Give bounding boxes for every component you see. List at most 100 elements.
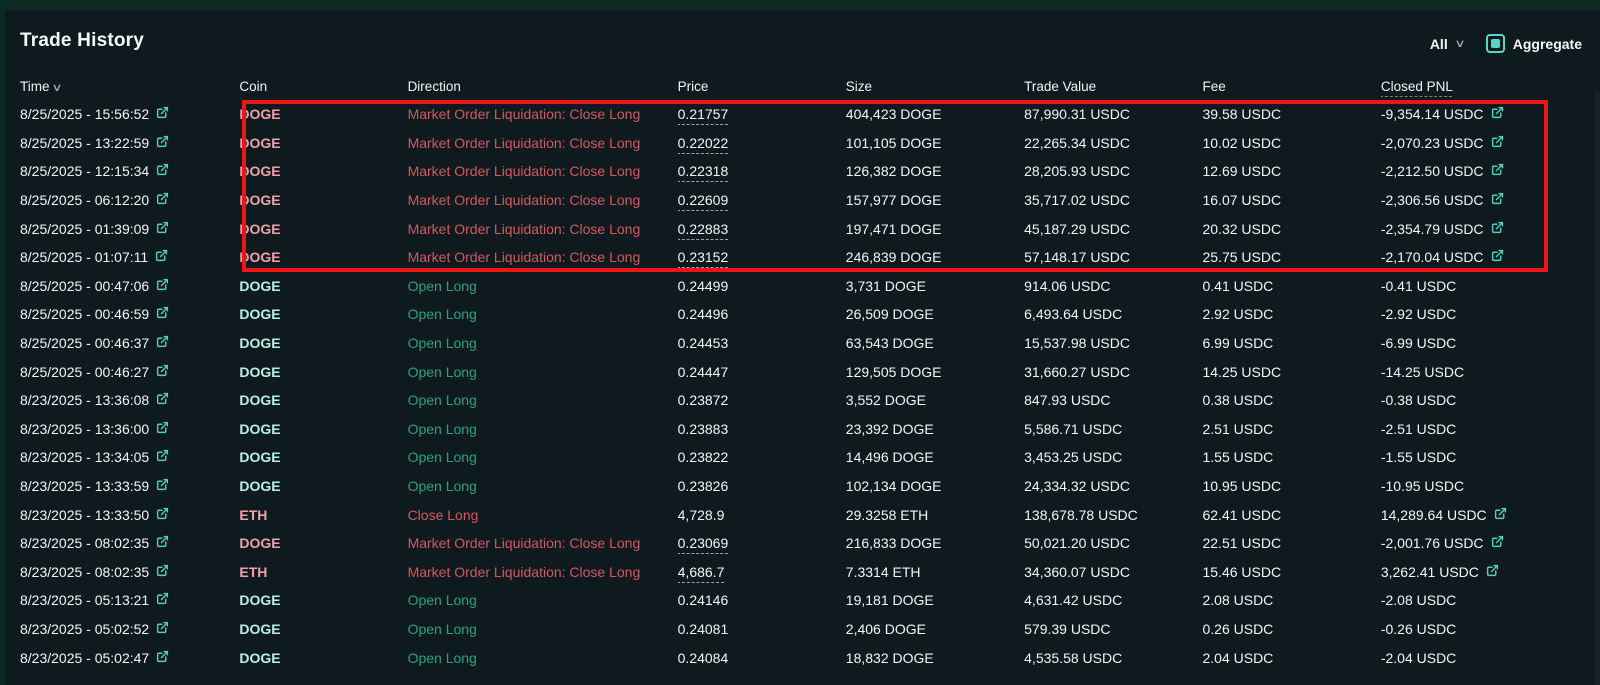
external-link-icon[interactable] [156,135,169,151]
fee-value: 10.95 USDC [1202,478,1281,494]
external-link-icon[interactable] [156,278,169,294]
coin-link[interactable]: DOGE [239,106,280,122]
pnl-value: -0.26 USDC [1381,621,1456,637]
trade-value: 22,265.34 USDC [1024,135,1130,151]
pnl-external-link-icon[interactable] [1491,163,1504,179]
pnl-value: -1.55 USDC [1381,449,1456,465]
external-link-icon[interactable] [156,306,169,322]
table-row: 8/25/2025 - 01:07:11 DOGE Market Order L… [5,243,1600,272]
coin-link[interactable]: DOGE [239,392,280,408]
price-value: 0.24499 [678,278,729,294]
external-link-icon[interactable] [156,335,169,351]
pnl-value: -2,070.23 USDC [1381,135,1484,151]
coin-link[interactable]: DOGE [239,163,280,179]
pnl-external-link-icon[interactable] [1486,564,1499,580]
fee-value: 22.51 USDC [1202,535,1281,551]
coin-link[interactable]: DOGE [239,421,280,437]
table-row: 8/23/2025 - 13:33:59 DOGE Open Long 0.23… [5,472,1600,501]
header-row: Time ∨ Coin Direction Price Size Trade V… [5,72,1600,100]
price-value: 0.23822 [678,449,729,465]
pnl-external-link-icon[interactable] [1491,192,1504,208]
pnl-external-link-icon[interactable] [1491,221,1504,237]
direction-value: Market Order Liquidation: Close Long [408,192,641,208]
pnl-value: -2.04 USDC [1381,650,1456,666]
price-value: 0.24496 [678,306,729,322]
external-link-icon[interactable] [156,650,169,666]
coin-link[interactable]: DOGE [239,650,280,666]
external-link-icon[interactable] [155,249,168,265]
external-link-icon[interactable] [156,392,169,408]
scrollbar-track[interactable] [1595,90,1600,685]
coin-link[interactable]: DOGE [239,306,280,322]
direction-value: Open Long [408,364,477,380]
coin-link[interactable]: DOGE [239,449,280,465]
coin-link[interactable]: DOGE [239,249,280,265]
column-header-time[interactable]: Time ∨ [5,72,239,100]
external-link-icon[interactable] [156,535,169,551]
size-value: 404,423 DOGE [846,106,942,122]
external-link-icon[interactable] [156,221,169,237]
page-title: Trade History [20,30,144,52]
pnl-value: -2,001.76 USDC [1381,535,1484,551]
table-row: 8/25/2025 - 00:47:06 DOGE Open Long 0.24… [5,272,1600,301]
external-link-icon[interactable] [156,478,169,494]
time-value: 8/23/2025 - 13:36:08 [20,392,149,408]
external-link-icon[interactable] [156,564,169,580]
direction-value: Open Long [408,421,477,437]
trade-history-body: 8/25/2025 - 15:56:52 DOGE Market Order L… [5,100,1600,672]
coin-link[interactable]: DOGE [239,478,280,494]
coin-link[interactable]: ETH [239,564,267,580]
time-value: 8/23/2025 - 13:36:00 [20,421,149,437]
coin-link[interactable]: DOGE [239,135,280,151]
fee-value: 10.02 USDC [1202,135,1281,151]
aggregate-checkbox[interactable] [1486,34,1505,53]
coin-link[interactable]: DOGE [239,535,280,551]
column-header-size: Size [846,72,1024,100]
price-value: 0.23883 [678,421,729,437]
coin-link[interactable]: DOGE [239,335,280,351]
fee-value: 12.69 USDC [1202,163,1281,179]
table-row: 8/23/2025 - 13:36:08 DOGE Open Long 0.23… [5,386,1600,415]
coin-link[interactable]: DOGE [239,221,280,237]
coin-link[interactable]: DOGE [239,621,280,637]
filter-dropdown[interactable]: All ∨ [1430,36,1464,52]
trade-value: 28,205.93 USDC [1024,163,1130,179]
pnl-external-link-icon[interactable] [1491,135,1504,151]
pnl-external-link-icon[interactable] [1494,507,1507,523]
external-link-icon[interactable] [156,364,169,380]
coin-link[interactable]: DOGE [239,592,280,608]
checkbox-checked-fill [1491,39,1500,48]
trade-value: 50,021.20 USDC [1024,535,1130,551]
direction-value: Open Long [408,335,477,351]
column-header-closed-pnl[interactable]: Closed PNL [1381,72,1600,100]
aggregate-toggle[interactable]: Aggregate [1486,34,1582,53]
external-link-icon[interactable] [156,449,169,465]
coin-link[interactable]: DOGE [239,278,280,294]
size-value: 126,382 DOGE [846,163,942,179]
pnl-external-link-icon[interactable] [1491,106,1504,122]
pnl-external-link-icon[interactable] [1491,535,1504,551]
size-value: 2,406 DOGE [846,621,926,637]
external-link-icon[interactable] [156,163,169,179]
pnl-value: -0.38 USDC [1381,392,1456,408]
external-link-icon[interactable] [156,592,169,608]
external-link-icon[interactable] [156,621,169,637]
coin-link[interactable]: ETH [239,507,267,523]
fee-value: 6.99 USDC [1202,335,1273,351]
table-row: 8/23/2025 - 13:33:50 ETH Close Long 4,72… [5,500,1600,529]
price-value: 4,728.9 [678,507,725,523]
table-row: 8/25/2025 - 00:46:37 DOGE Open Long 0.24… [5,329,1600,358]
external-link-icon[interactable] [156,507,169,523]
time-value: 8/23/2025 - 13:34:05 [20,449,149,465]
coin-link[interactable]: DOGE [239,192,280,208]
external-link-icon[interactable] [156,192,169,208]
trade-value: 5,586.71 USDC [1024,421,1122,437]
pnl-value: 3,262.41 USDC [1381,564,1479,580]
external-link-icon[interactable] [156,106,169,122]
price-value: 0.23069 [678,535,729,551]
pnl-external-link-icon[interactable] [1491,249,1504,265]
size-value: 102,134 DOGE [846,478,942,494]
external-link-icon[interactable] [156,421,169,437]
time-value: 8/25/2025 - 15:56:52 [20,106,149,122]
coin-link[interactable]: DOGE [239,364,280,380]
